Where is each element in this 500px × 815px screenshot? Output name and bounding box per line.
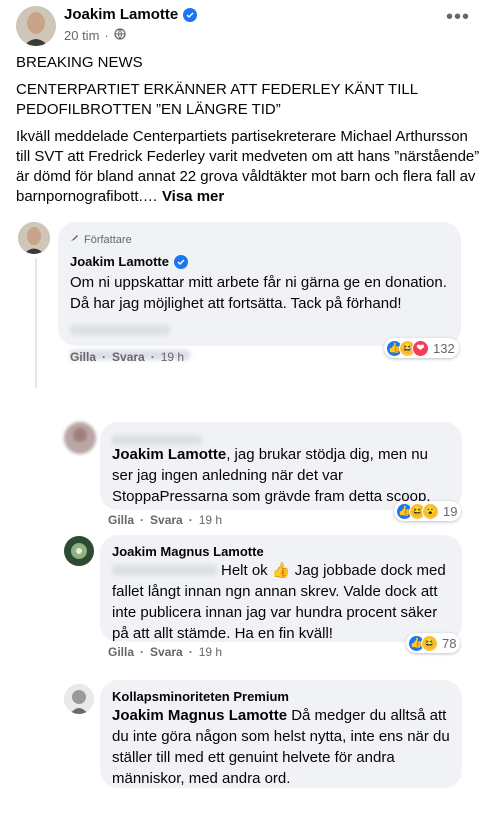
comment-actions: Gilla · Svara · 19 h [70,350,185,364]
comment-author[interactable]: Joakim Magnus Lamotte [112,543,450,560]
reply-button[interactable]: Svara [150,645,183,659]
more-options-icon[interactable]: ••• [446,6,470,29]
redacted-name [112,430,450,445]
comment-avatar[interactable] [64,684,94,714]
reply-button[interactable]: Svara [150,513,183,527]
reaction-summary[interactable]: 👍 😆 😮 19 [394,501,462,521]
verified-badge-icon [173,254,188,269]
comment-actions: Gilla · Svara · 19 h [108,513,223,527]
like-button[interactable]: Gilla [108,513,134,527]
comment-time[interactable]: 19 h [199,513,222,527]
comment-text: Joakim Magnus Lamotte Då medger du allts… [112,707,450,787]
comment-bubble: Kollapsminoriteten Premium Joakim Magnus… [100,680,462,788]
like-button[interactable]: Gilla [108,645,134,659]
like-button[interactable]: Gilla [70,350,96,364]
comment-bubble: Joakim Lamotte, jag brukar stödja dig, m… [100,422,462,510]
comment-bubble: Joakim Magnus Lamotte Helt ok 👍 Jag jobb… [100,535,462,642]
post-time[interactable]: 20 tim [64,28,99,43]
post-subheadline: CENTERPARTIET ERKÄNNER ATT FEDERLEY KÄNT… [16,81,418,118]
comment-author[interactable]: Kollapsminoriteten Premium [112,688,450,705]
author-badge-icon [70,230,80,251]
thumbs-up-emoji-icon: 👍 [271,562,291,579]
comment-text: Helt ok 👍 Jag jobbade dock med fallet lå… [112,562,446,642]
wow-icon: 😮 [422,502,439,520]
comment-avatar[interactable] [18,222,50,254]
comment-text: Om ni uppskattar mitt arbete får ni gärn… [70,274,447,312]
mention-link[interactable]: Joakim Magnus Lamotte [112,707,287,724]
globe-icon [114,28,126,43]
comment-avatar[interactable] [64,536,94,566]
post-body: Ikväll meddelade Centerpartiets partisek… [16,128,480,205]
comment-text: Joakim Lamotte, jag brukar stödja dig, m… [112,446,431,505]
see-more-link[interactable]: Visa mer [162,188,224,205]
comment-actions: Gilla · Svara · 19 h [108,645,223,659]
comment-author[interactable]: Joakim Lamotte [70,253,449,270]
reaction-summary[interactable]: 👍 😆 ❤ 132 [384,338,459,358]
reply-thread-line [35,258,37,388]
comment-time[interactable]: 19 h [199,645,222,659]
post-headline: BREAKING NEWS [16,54,143,71]
reaction-summary[interactable]: 👍 😆 78 [406,633,461,653]
verified-badge-icon [183,7,198,22]
reply-button[interactable]: Svara [112,350,145,364]
author-badge: Författare [70,230,449,251]
love-icon: ❤ [412,339,429,357]
post-author-avatar[interactable] [16,6,56,46]
comment-bubble: Författare Joakim Lamotte Om ni uppskatt… [58,222,461,360]
post-author-name[interactable]: Joakim Lamotte [64,6,198,23]
mention-link[interactable]: Joakim Lamotte [112,446,226,463]
redacted-name [112,565,217,575]
haha-icon: 😆 [421,634,438,652]
post-meta: 20 tim · [64,28,126,43]
comment-avatar[interactable] [64,422,96,454]
comment-time[interactable]: 19 h [161,350,184,364]
